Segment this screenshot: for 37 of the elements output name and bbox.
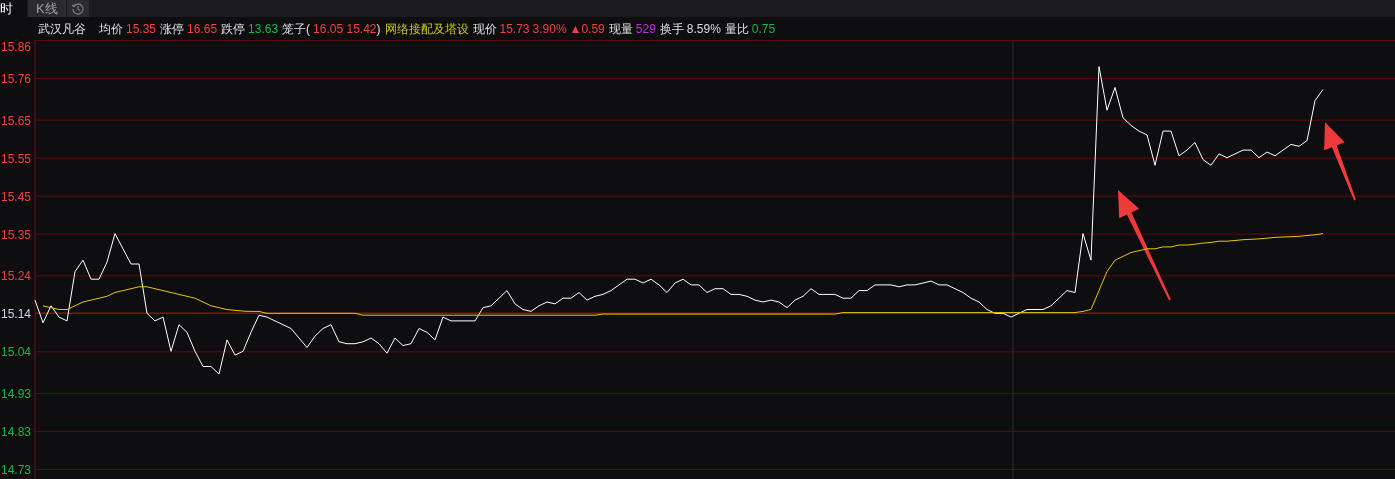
concept-tag: 网络接配及塔设 <box>384 19 469 38</box>
field-label: 量比 <box>724 20 749 38</box>
axis-tick-label: 15.65 <box>1 113 32 128</box>
field-label: 跌停 <box>221 20 246 38</box>
field-label: 涨停 <box>160 20 185 38</box>
axis-tick-label: 14.73 <box>1 463 32 477</box>
field-value: 16.65 <box>187 20 218 38</box>
axis-tick-label: 14.93 <box>1 387 32 402</box>
field-value: 15.35 <box>126 20 157 38</box>
axis-tick-label: 15.55 <box>1 151 32 166</box>
history-icon <box>70 1 85 16</box>
field-label: 均价 <box>99 20 123 38</box>
axis-tick-label: 14.83 <box>1 425 32 440</box>
axis-tick-label: 15.24 <box>1 269 32 284</box>
axis-tick-label: 15.04 <box>1 345 32 360</box>
field-value: ▲0.59 <box>569 20 605 38</box>
field-value: 8.59% <box>686 20 721 38</box>
tab[interactable]: K线 <box>28 0 66 17</box>
stock-name: 武汉凡谷 <box>38 20 86 38</box>
field-value: 16.05 15.42 <box>313 20 377 38</box>
field-label: 现价 <box>472 20 497 38</box>
field-value: 529 <box>635 20 656 38</box>
tab[interactable]: 时 <box>0 0 27 17</box>
field-value: 15.73 <box>499 20 530 38</box>
axis-tick-label: 15.86 <box>1 40 32 54</box>
history-tab[interactable] <box>66 0 89 17</box>
field-label: 现量 <box>608 20 633 38</box>
field-label: 笼子( <box>282 20 311 38</box>
field-value: 3.90% <box>532 20 567 38</box>
axis-tick-label: 15.45 <box>1 189 32 204</box>
field-value: 0.75 <box>751 20 776 38</box>
axis-tick-label: 15.35 <box>1 227 32 242</box>
axis-tick-label: 15.76 <box>1 71 32 86</box>
field-value: 13.63 <box>248 20 279 38</box>
field-label: ) <box>376 20 381 38</box>
axis-tick-label: 15.14 <box>1 307 32 322</box>
field-label: 换手 <box>659 20 684 38</box>
